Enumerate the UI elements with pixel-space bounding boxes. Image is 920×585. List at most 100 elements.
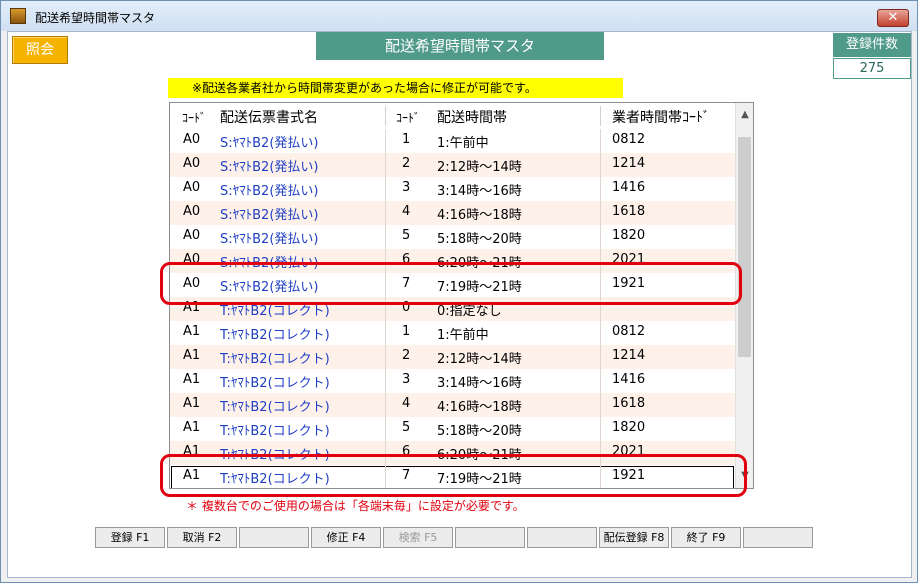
row-time-slot: 4:16時～18時 bbox=[437, 400, 522, 415]
row-time-code: 1 bbox=[402, 324, 411, 339]
window-title: 配送希望時間帯マスタ bbox=[35, 11, 156, 25]
column-divider bbox=[600, 129, 601, 153]
row-code: A1 bbox=[183, 348, 201, 363]
table-row[interactable]: A1 T:ﾔﾏﾄB2(コレクト) 5 5:18時～20時 1820 bbox=[170, 417, 735, 442]
scroll-thumb[interactable] bbox=[738, 137, 751, 357]
table-row[interactable]: A0 S:ﾔﾏﾄB2(発払い) 5 5:18時～20時 1820 bbox=[170, 225, 735, 250]
row-time-code: 4 bbox=[402, 396, 411, 411]
column-divider bbox=[600, 106, 601, 126]
table-row[interactable]: A0 S:ﾔﾏﾄB2(発払い) 4 4:16時～18時 1618 bbox=[170, 201, 735, 226]
row-code: A0 bbox=[183, 180, 201, 195]
column-divider bbox=[385, 225, 386, 249]
column-divider bbox=[385, 321, 386, 345]
close-button[interactable]: ✕ bbox=[877, 9, 909, 27]
row-code: A1 bbox=[183, 396, 201, 411]
app-icon bbox=[10, 8, 26, 24]
row-time-slot: 1:午前中 bbox=[437, 136, 489, 151]
row-vendor-code: 1820 bbox=[612, 228, 646, 243]
table-header: ｺｰﾄﾞ 配送伝票書式名 ｺｰﾄﾞ 配送時間帯 業者時間帯ｺｰﾄﾞ bbox=[170, 103, 735, 130]
row-form-name: T:ﾔﾏﾄB2(コレクト) bbox=[220, 424, 330, 439]
row-vendor-code: 1214 bbox=[612, 348, 646, 363]
title-bar[interactable]: 配送希望時間帯マスタ ✕ bbox=[1, 1, 917, 31]
table-row[interactable]: A0 S:ﾔﾏﾄB2(発払い) 1 1:午前中 0812 bbox=[170, 129, 735, 154]
row-vendor-code: 1618 bbox=[612, 396, 646, 411]
column-divider bbox=[600, 321, 601, 345]
column-divider bbox=[385, 177, 386, 201]
row-time-slot: 1:午前中 bbox=[437, 328, 489, 343]
row-time-slot: 3:14時～16時 bbox=[437, 376, 522, 391]
table-row[interactable]: A0 S:ﾔﾏﾄB2(発払い) 2 2:12時～14時 1214 bbox=[170, 153, 735, 178]
row-form-name: T:ﾔﾏﾄB2(コレクト) bbox=[220, 352, 330, 367]
column-divider bbox=[600, 177, 601, 201]
row-form-name: S:ﾔﾏﾄB2(発払い) bbox=[220, 160, 319, 175]
row-code: A1 bbox=[183, 324, 201, 339]
row-form-name: T:ﾔﾏﾄB2(コレクト) bbox=[220, 376, 330, 391]
function-key-6[interactable] bbox=[455, 527, 525, 548]
table-row[interactable]: A1 T:ﾔﾏﾄB2(コレクト) 1 1:午前中 0812 bbox=[170, 321, 735, 346]
function-key-7[interactable] bbox=[527, 527, 597, 548]
row-vendor-code: 1416 bbox=[612, 180, 646, 195]
column-divider bbox=[385, 369, 386, 393]
function-key-8[interactable]: 配伝登録 F8 bbox=[599, 527, 669, 548]
row-code: A0 bbox=[183, 228, 201, 243]
column-header-slot[interactable]: 配送時間帯 bbox=[437, 107, 507, 127]
row-form-name: S:ﾔﾏﾄB2(発払い) bbox=[220, 136, 319, 151]
row-time-code: 4 bbox=[402, 204, 411, 219]
function-key-5[interactable]: 検索 F5 bbox=[383, 527, 453, 548]
row-vendor-code: 1416 bbox=[612, 372, 646, 387]
column-divider bbox=[385, 345, 386, 369]
column-header-form[interactable]: 配送伝票書式名 bbox=[220, 107, 318, 127]
row-form-name: S:ﾔﾏﾄB2(発払い) bbox=[220, 232, 319, 247]
column-divider bbox=[600, 153, 601, 177]
registered-count-value: 275 bbox=[833, 58, 911, 79]
page-title: 配送希望時間帯マスタ bbox=[316, 32, 604, 60]
column-header-code[interactable]: ｺｰﾄﾞ bbox=[182, 109, 206, 126]
function-key-1[interactable]: 登録 F1 bbox=[95, 527, 165, 548]
row-time-slot: 4:16時～18時 bbox=[437, 208, 522, 223]
row-vendor-code: 0812 bbox=[612, 324, 646, 339]
footnote: ＊ 複数台でのご使用の場合は「各端末毎」に設定が必要です。 bbox=[186, 499, 525, 513]
function-key-2[interactable]: 取消 F2 bbox=[167, 527, 237, 548]
row-time-slot: 5:18時～20時 bbox=[437, 232, 522, 247]
row-time-slot: 2:12時～14時 bbox=[437, 160, 522, 175]
row-time-code: 5 bbox=[402, 228, 411, 243]
column-divider bbox=[385, 393, 386, 417]
row-vendor-code: 0812 bbox=[612, 132, 646, 147]
registered-count-label: 登録件数 bbox=[833, 33, 911, 57]
row-time-code: 5 bbox=[402, 420, 411, 435]
row-time-code: 2 bbox=[402, 348, 411, 363]
function-key-9[interactable]: 終了 F9 bbox=[671, 527, 741, 548]
row-code: A1 bbox=[183, 420, 201, 435]
row-code: A0 bbox=[183, 204, 201, 219]
column-divider bbox=[600, 345, 601, 369]
row-form-name: T:ﾔﾏﾄB2(コレクト) bbox=[220, 328, 330, 343]
row-time-code: 3 bbox=[402, 180, 411, 195]
inquiry-button[interactable]: 照会 bbox=[12, 36, 68, 64]
column-divider bbox=[600, 369, 601, 393]
column-divider bbox=[600, 225, 601, 249]
table-row[interactable]: A1 T:ﾔﾏﾄB2(コレクト) 2 2:12時～14時 1214 bbox=[170, 345, 735, 370]
row-code: A1 bbox=[183, 372, 201, 387]
table-row[interactable]: A1 T:ﾔﾏﾄB2(コレクト) 4 4:16時～18時 1618 bbox=[170, 393, 735, 418]
highlight-annotation bbox=[160, 454, 747, 497]
function-key-10[interactable] bbox=[743, 527, 813, 548]
row-form-name: S:ﾔﾏﾄB2(発払い) bbox=[220, 208, 319, 223]
row-vendor-code: 1820 bbox=[612, 420, 646, 435]
row-time-code: 1 bbox=[402, 132, 411, 147]
table-row[interactable]: A1 T:ﾔﾏﾄB2(コレクト) 3 3:14時～16時 1416 bbox=[170, 369, 735, 394]
row-time-slot: 3:14時～16時 bbox=[437, 184, 522, 199]
column-divider bbox=[385, 153, 386, 177]
table-row[interactable]: A0 S:ﾔﾏﾄB2(発払い) 3 3:14時～16時 1416 bbox=[170, 177, 735, 202]
row-form-name: S:ﾔﾏﾄB2(発払い) bbox=[220, 184, 319, 199]
column-divider bbox=[385, 129, 386, 153]
function-key-4[interactable]: 修正 F4 bbox=[311, 527, 381, 548]
column-header-vendor-code[interactable]: 業者時間帯ｺｰﾄﾞ bbox=[612, 107, 710, 127]
row-code: A0 bbox=[183, 156, 201, 171]
column-header-time-code[interactable]: ｺｰﾄﾞ bbox=[396, 109, 420, 126]
scroll-up-icon[interactable]: ▲ bbox=[736, 103, 753, 127]
column-divider bbox=[600, 417, 601, 441]
row-time-slot: 2:12時～14時 bbox=[437, 352, 522, 367]
row-vendor-code: 1214 bbox=[612, 156, 646, 171]
highlight-annotation bbox=[160, 262, 742, 305]
function-key-3[interactable] bbox=[239, 527, 309, 548]
